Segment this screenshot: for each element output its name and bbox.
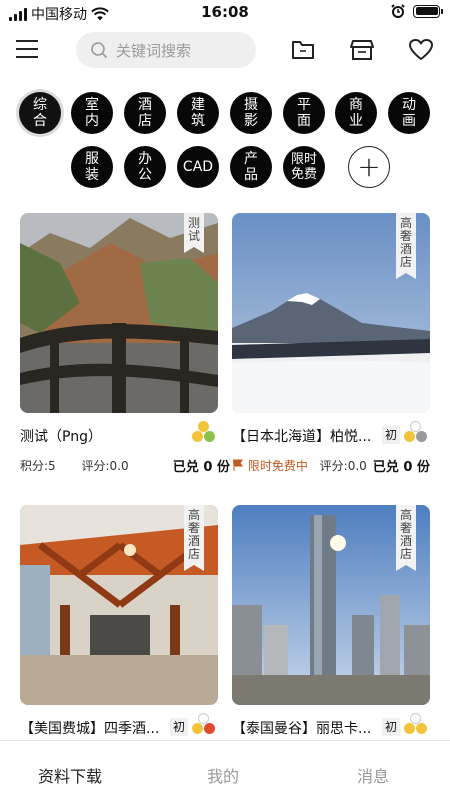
- category-label: 服装: [85, 151, 99, 183]
- heart-icon[interactable]: [408, 38, 434, 62]
- category-pingmian[interactable]: 平面: [283, 92, 325, 134]
- category-cad[interactable]: CAD: [177, 146, 219, 188]
- category-label: 动画: [402, 97, 416, 129]
- card-thumbnail: 高奢酒店: [232, 213, 430, 413]
- clock: 16:08: [201, 3, 249, 21]
- resource-card[interactable]: 测试 测试（Png） 积分:5 评分:0.0 已兑 0 份: [20, 213, 230, 475]
- card-tag: 高奢酒店: [184, 505, 204, 571]
- category-shangye[interactable]: 商业: [335, 92, 377, 134]
- bottom-tab-bar: 资料下载 我的 消息: [0, 740, 450, 800]
- card-thumbnail: 高奢酒店: [20, 505, 218, 705]
- card-thumbnail: 测试: [20, 213, 218, 413]
- card-level-badge: 初: [382, 426, 401, 444]
- add-category-button[interactable]: +: [348, 146, 390, 188]
- folder-icon[interactable]: [290, 38, 316, 62]
- alarm-icon: [391, 4, 405, 18]
- difficulty-icon: [190, 421, 216, 445]
- category-zonghe[interactable]: 综合: [19, 92, 61, 134]
- card-level-badge: 初: [382, 718, 401, 736]
- search-placeholder: 关键词搜索: [116, 41, 192, 60]
- category-label: 商业: [349, 97, 363, 129]
- difficulty-icon: [190, 713, 216, 737]
- category-fuzhuang[interactable]: 服装: [71, 146, 113, 188]
- resource-card[interactable]: 高奢酒店 【美国费城】四季酒... 初: [20, 505, 218, 737]
- category-jianzhu[interactable]: 建筑: [177, 92, 219, 134]
- card-points: 积分:5: [20, 459, 56, 473]
- card-meta: 积分:5 评分:0.0 已兑 0 份: [20, 457, 230, 475]
- top-header: 关键词搜索: [0, 30, 450, 70]
- category-chanpin[interactable]: 产品: [230, 146, 272, 188]
- store-icon[interactable]: [349, 38, 375, 62]
- card-redeemed: 已兑 0 份: [172, 460, 230, 475]
- category-label: 综合: [33, 97, 47, 129]
- category-jiudian[interactable]: 酒店: [124, 92, 166, 134]
- category-donghua[interactable]: 动画: [388, 92, 430, 134]
- card-tag: 测试: [184, 213, 204, 253]
- status-bar: 中国移动 16:08: [0, 0, 450, 24]
- category-label: CAD: [182, 159, 214, 175]
- menu-icon[interactable]: [16, 40, 40, 60]
- card-level-badge: 初: [170, 718, 189, 736]
- free-badge: 限时免费中: [247, 459, 308, 473]
- category-label: 产品: [244, 151, 258, 183]
- card-rating: 评分:0.0: [319, 459, 367, 473]
- card-tag: 高奢酒店: [396, 213, 416, 279]
- battery-icon: [413, 4, 443, 18]
- card-meta: 限时免费中 评分:0.0 已兑 0 份: [232, 457, 430, 475]
- resource-card[interactable]: 高奢酒店 【泰国曼谷】丽思卡... 初: [232, 505, 430, 737]
- card-title: 【美国费城】四季酒...: [20, 721, 160, 737]
- card-title: 【泰国曼谷】丽思卡...: [232, 721, 372, 737]
- category-label: 办公: [138, 151, 152, 183]
- category-label: 酒店: [138, 97, 152, 129]
- status-icons: [391, 4, 443, 18]
- category-label: 建筑: [191, 97, 205, 129]
- category-label: 限时免费: [290, 152, 317, 182]
- card-title: 测试（Png）: [20, 429, 102, 445]
- card-thumbnail: 高奢酒店: [232, 505, 430, 705]
- category-shinei[interactable]: 室内: [71, 92, 113, 134]
- card-tag: 高奢酒店: [396, 505, 416, 571]
- category-label: 室内: [85, 97, 99, 129]
- plus-icon: +: [357, 150, 381, 183]
- tab-messages[interactable]: 消息: [357, 763, 389, 787]
- card-rating: 评分:0.0: [81, 459, 129, 473]
- tab-downloads[interactable]: 资料下载: [38, 763, 102, 787]
- difficulty-icon: [402, 713, 428, 737]
- category-label: 平面: [297, 97, 311, 129]
- category-sheying[interactable]: 摄影: [230, 92, 272, 134]
- difficulty-icon: [402, 421, 428, 445]
- category-bangong[interactable]: 办公: [124, 146, 166, 188]
- flag-icon: [233, 459, 243, 471]
- search-icon: [91, 42, 108, 59]
- card-redeemed: 已兑 0 份: [372, 460, 430, 475]
- search-input[interactable]: 关键词搜索: [76, 32, 256, 68]
- category-xianshimianfei[interactable]: 限时免费: [283, 146, 325, 188]
- card-title: 【日本北海道】柏悦...: [232, 429, 372, 445]
- tab-mine[interactable]: 我的: [207, 763, 239, 787]
- resource-card[interactable]: 高奢酒店 【日本北海道】柏悦... 初 限时免费中 评分:0.0 已兑 0 份: [232, 213, 430, 475]
- category-label: 摄影: [244, 97, 258, 129]
